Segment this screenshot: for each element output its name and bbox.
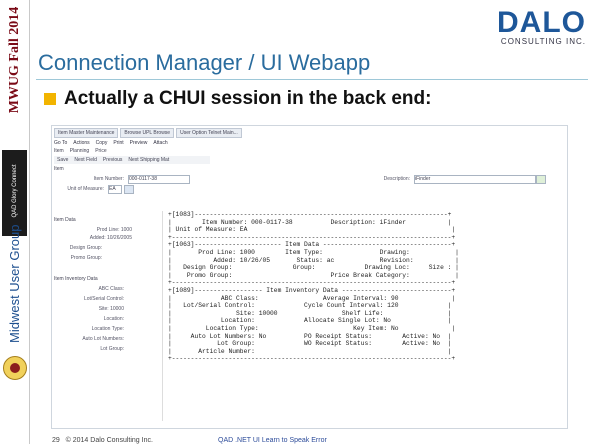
nav-bar: Save Next Field Previous Next Shipping M…	[54, 156, 210, 164]
prod-line-label: Prod Line: 1000	[96, 227, 132, 233]
uom-value: EA	[109, 186, 116, 192]
auto-lot-label: Auto Lot Numbers:	[82, 336, 124, 342]
lot-serial-label: Lot/Serial Control:	[83, 296, 124, 302]
location-type-label: Location Type:	[91, 326, 124, 332]
app-screenshot: Item Master Maintenance Browse UPL Brows…	[51, 125, 568, 429]
seal-icon	[3, 356, 27, 380]
qad-badge-label: QAD Glory Connect	[11, 164, 18, 218]
print-button[interactable]: Print	[113, 140, 123, 146]
next-field-button[interactable]: Next Field	[74, 157, 97, 163]
save-button[interactable]: Save	[57, 157, 68, 163]
dalo-logo: DALO CONSULTING INC.	[497, 6, 586, 47]
copy-button[interactable]: Copy	[96, 140, 108, 146]
slide-title: Connection Manager / UI Webapp	[38, 50, 371, 75]
footer-caption: QAD .NET UI Learn to Speak Error	[218, 437, 327, 444]
qad-badge: QAD Glory Connect	[2, 150, 27, 236]
item-section-label: Item	[54, 166, 64, 172]
subtab-price[interactable]: Price	[95, 148, 106, 154]
panel-divider	[162, 211, 163, 421]
location-label: Location:	[103, 316, 124, 322]
browser-tabs: Item Master Maintenance Browse UPL Brows…	[54, 128, 242, 138]
abc-class-label: ABC Class:	[98, 286, 124, 292]
logo-main: DALO	[497, 6, 586, 39]
design-group-label: Design Group:	[69, 245, 102, 251]
item-number-field[interactable]: 000-0117-38	[128, 175, 190, 184]
title-divider	[36, 79, 588, 80]
logo-sub: CONSULTING INC.	[500, 37, 586, 46]
sub-tabs: Item Planning Price	[54, 148, 107, 154]
bullet-text: Actually a CHUI session in the back end:	[64, 88, 432, 109]
description-value: iFinder	[415, 176, 431, 182]
added-label: Added: 10/26/2005	[89, 235, 132, 241]
page-number: 29	[52, 437, 60, 444]
preview-button[interactable]: Preview	[130, 140, 148, 146]
bullet-square-icon	[44, 93, 56, 105]
item-data-label: Item Data	[54, 217, 76, 223]
item-number-label: Item Number:	[93, 176, 124, 182]
chui-terminal[interactable]: +[1083]---------------------------------…	[168, 211, 558, 419]
footer-left: 29 © 2014 Dalo Consulting Inc.	[52, 437, 153, 444]
uom-field[interactable]: EA	[108, 185, 122, 194]
lookup-icon[interactable]	[536, 175, 546, 184]
promo-group-label: Promo Group:	[70, 255, 102, 261]
uom-label: Unit of Measure:	[67, 186, 104, 192]
tab-item-master[interactable]: Item Master Maintenance	[54, 128, 119, 138]
conference-sidebar: MWUG Fall 2014 QAD Glory Connect Midwest…	[0, 0, 30, 444]
next-shipping-button[interactable]: Next Shipping Mat	[128, 157, 169, 163]
subtab-planning[interactable]: Planning	[70, 148, 89, 154]
copyright: © 2014 Dalo Consulting Inc.	[65, 437, 153, 444]
user-group-label: Midwest User Group	[6, 224, 22, 343]
actions-button[interactable]: Actions	[73, 140, 89, 146]
tab-user-option[interactable]: User Option Telnet Main...	[176, 128, 242, 138]
tab-browse[interactable]: Browse UPL Browse	[120, 128, 175, 138]
toolbar: Go To Actions Copy Print Preview Attach	[54, 140, 168, 146]
previous-button[interactable]: Previous	[103, 157, 122, 163]
lot-group-label: Lot Group:	[100, 346, 124, 352]
item-number-value: 000-0117-38	[129, 176, 157, 182]
attach-button[interactable]: Attach	[153, 140, 167, 146]
site-label: Site: 10000	[98, 306, 124, 312]
uom-lookup-icon[interactable]	[124, 185, 134, 194]
goto-button[interactable]: Go To	[54, 140, 67, 146]
description-field[interactable]: iFinder	[414, 175, 536, 184]
subtab-item[interactable]: Item	[54, 148, 64, 154]
description-label: Description:	[383, 176, 410, 182]
conference-label: MWUG Fall 2014	[6, 6, 22, 114]
inventory-data-label: Item Inventory Data	[54, 276, 98, 282]
